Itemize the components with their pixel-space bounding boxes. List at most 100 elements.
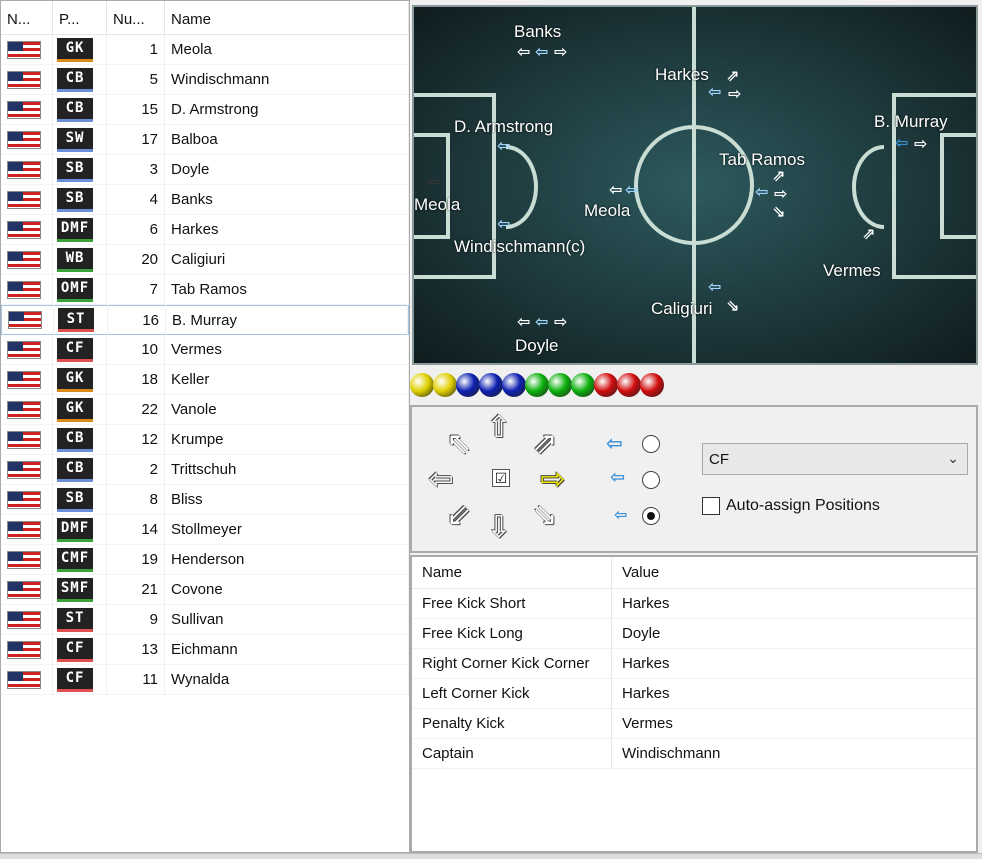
set-piece-value[interactable]: Vermes	[612, 709, 976, 738]
number-cell: 22	[107, 394, 165, 425]
col-name-header[interactable]: Name	[165, 1, 409, 34]
col-position-header[interactable]: P...	[53, 1, 107, 34]
roster-row[interactable]: SW 17 Balboa	[1, 124, 409, 155]
usa-flag-icon	[7, 100, 41, 119]
direction-down-left-button[interactable]: ⇙	[442, 501, 476, 531]
set-piece-value[interactable]: Harkes	[612, 679, 976, 708]
name-cell: Covone	[165, 574, 409, 605]
roster-row[interactable]: CB 5 Windischmann	[1, 64, 409, 95]
roster-row[interactable]: SMF 21 Covone	[1, 574, 409, 605]
roster-row[interactable]: GK 18 Keller	[1, 364, 409, 395]
direction-up-left-button[interactable]: ⇖	[442, 429, 476, 459]
set-piece-row[interactable]: Penalty Kick Vermes	[412, 709, 976, 739]
direction-down-button[interactable]: ⇩	[482, 513, 516, 543]
player-marker-windischmann[interactable]: ⇦	[494, 215, 516, 237]
nationality-cell	[1, 154, 53, 185]
name-cell: Harkes	[165, 214, 409, 245]
set-piece-table[interactable]: Name Value Free Kick Short Harkes Free Kic…	[410, 555, 978, 853]
roster-row[interactable]: CF 13 Eichmann	[1, 634, 409, 665]
player-label-harkes: Harkes	[655, 65, 709, 84]
roster-row[interactable]: SB 4 Banks	[1, 184, 409, 215]
direction-up-right-button[interactable]: ⇗	[528, 429, 562, 459]
player-marker-meola-gk[interactable]: ⇦	[424, 173, 446, 195]
usa-flag-icon	[7, 190, 41, 209]
auto-assign-checkbox[interactable]	[702, 497, 720, 515]
player-marker-harkes[interactable]: ⇦	[705, 83, 727, 105]
nationality-cell	[1, 184, 53, 215]
set-piece-row[interactable]: Captain Windischmann	[412, 739, 976, 769]
roster-row[interactable]: SB 3 Doyle	[1, 154, 409, 185]
roster-list[interactable]: N... P... Nu... Name GK 1 Meola CB 5 Windisch…	[0, 0, 410, 853]
roster-row[interactable]: CB 12 Krumpe	[1, 424, 409, 455]
number-cell: 6	[107, 214, 165, 245]
roster-row[interactable]: CF 10 Vermes	[1, 334, 409, 365]
name-cell: B. Murray	[166, 305, 408, 335]
usa-flag-icon	[7, 490, 41, 509]
name-cell: Krumpe	[165, 424, 409, 455]
col-number-header[interactable]: Nu...	[107, 1, 165, 34]
set-piece-value[interactable]: Harkes	[612, 589, 976, 618]
direction-center-checkbox[interactable]: ☑	[492, 469, 510, 487]
position-badge: GK	[57, 397, 93, 422]
set-piece-row[interactable]: Left Corner Kick Harkes	[412, 679, 976, 709]
number-cell: 9	[107, 604, 165, 635]
name-cell: Banks	[165, 184, 409, 215]
direction-down-right-button[interactable]: ⇘	[528, 501, 562, 531]
set-piece-value[interactable]: Doyle	[612, 619, 976, 648]
arrow-medium-radio[interactable]	[642, 471, 660, 489]
col-value-header[interactable]: Value	[612, 557, 976, 588]
roster-row[interactable]: DMF 6 Harkes	[1, 214, 409, 245]
usa-flag-icon	[7, 580, 41, 599]
pitch-view[interactable]: ⇦ ⇦ ⇨ Banks ⇦ ⇗ ⇨ Harkes ⇦ D. Armstrong ⇦ …	[412, 5, 978, 365]
roster-row[interactable]: CB 2 Trittschuh	[1, 454, 409, 485]
set-piece-row[interactable]: Right Corner Kick Corner Harkes	[412, 649, 976, 679]
nationality-cell	[1, 274, 53, 305]
roster-row[interactable]: DMF 14 Stollmeyer	[1, 514, 409, 545]
player-label-banks: Banks	[514, 22, 562, 41]
arrow-short-radio[interactable]	[642, 507, 660, 525]
set-piece-rows: Free Kick Short Harkes Free Kick Long Doyle…	[412, 589, 976, 769]
roster-row[interactable]: ST 9 Sullivan	[1, 604, 409, 635]
set-piece-value[interactable]: Harkes	[612, 649, 976, 678]
center-circle	[634, 125, 754, 245]
number-cell: 17	[107, 124, 165, 155]
roster-row[interactable]: SB 8 Bliss	[1, 484, 409, 515]
player-marker-meola[interactable]: ⇦	[622, 181, 644, 203]
player-marker-banks[interactable]: ⇦	[532, 43, 554, 65]
position-cell: DMF	[53, 214, 107, 245]
direction-right-button[interactable]: ⇨	[536, 465, 570, 495]
player-marker-armstrong[interactable]: ⇦	[494, 137, 516, 159]
arrow-long-radio[interactable]	[642, 435, 660, 453]
direction-left-button[interactable]: ⇦	[424, 465, 458, 495]
roster-row[interactable]: GK 22 Vanole	[1, 394, 409, 425]
position-cell: CMF	[53, 544, 107, 575]
player-marker-doyle[interactable]: ⇦	[532, 313, 554, 335]
usa-flag-icon	[7, 550, 41, 569]
col-name-header[interactable]: Name	[412, 557, 612, 588]
player-marker-vermes[interactable]	[845, 241, 867, 263]
position-badge: CF	[57, 337, 93, 362]
roster-row[interactable]: ST 16 B. Murray	[1, 305, 409, 335]
set-piece-row[interactable]: Free Kick Long Doyle	[412, 619, 976, 649]
roster-row[interactable]: GK 1 Meola	[1, 34, 409, 65]
position-badge: ST	[58, 308, 94, 332]
direction-up-button[interactable]: ⇧	[482, 413, 516, 443]
roster-row[interactable]: CF 11 Wynalda	[1, 664, 409, 695]
roster-row[interactable]: CMF 19 Henderson	[1, 544, 409, 575]
nationality-cell	[1, 574, 53, 605]
position-select[interactable]: CF ⌄	[702, 443, 968, 475]
roster-row[interactable]: OMF 7 Tab Ramos	[1, 274, 409, 305]
player-label-caligiuri: Caligiuri	[651, 299, 713, 318]
set-piece-value[interactable]: Windischmann	[612, 739, 976, 768]
player-label-doyle: Doyle	[515, 336, 559, 355]
set-piece-row[interactable]: Free Kick Short Harkes	[412, 589, 976, 619]
roster-row[interactable]: WB 20 Caligiuri	[1, 244, 409, 275]
usa-flag-icon	[8, 311, 42, 329]
player-marker-tabramos[interactable]: ⇦	[752, 183, 774, 205]
player-marker-bmurray[interactable]: ⇦	[892, 134, 914, 156]
auto-assign-label[interactable]: Auto-assign Positions	[726, 497, 880, 515]
number-cell: 11	[107, 664, 165, 695]
roster-row[interactable]: CB 15 D. Armstrong	[1, 94, 409, 125]
player-marker-caligiuri[interactable]: ⇦	[705, 278, 727, 300]
col-nationality-header[interactable]: N...	[1, 1, 53, 34]
